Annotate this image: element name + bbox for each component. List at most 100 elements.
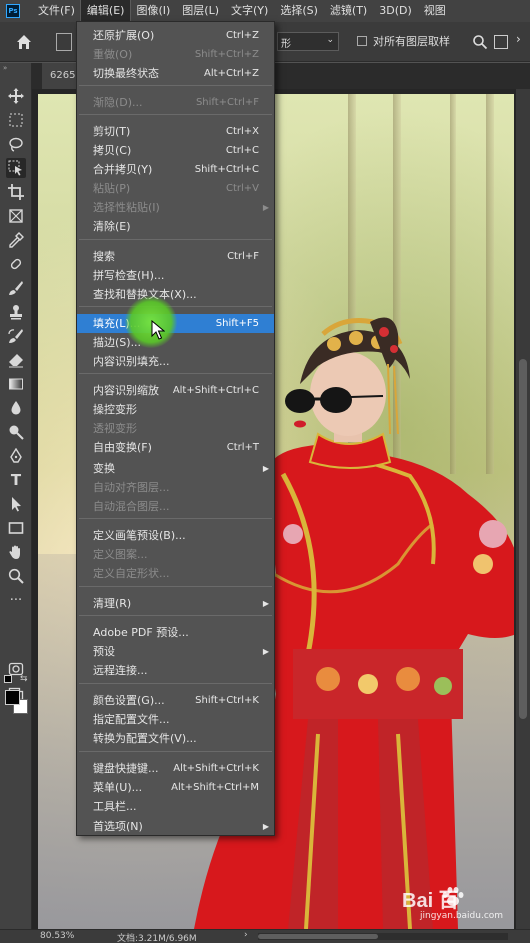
- type-icon[interactable]: T: [6, 470, 26, 490]
- menu-item-label: 转换为配置文件(V)...: [93, 732, 197, 745]
- menu-item-label: 工具栏...: [93, 800, 137, 813]
- edit-menu-item[interactable]: 首选项(N) ▶: [77, 817, 274, 836]
- menu-item-shortcut: Shift+Ctrl+C: [194, 164, 259, 175]
- path-select-icon[interactable]: [6, 494, 26, 514]
- edit-menu-item[interactable]: 清除(E): [77, 217, 274, 236]
- menu-separator: [79, 114, 272, 115]
- vertical-scroll-thumb[interactable]: [519, 359, 527, 719]
- edit-menu-item[interactable]: 工具栏...: [77, 797, 274, 816]
- horizontal-scrollbar[interactable]: [258, 933, 508, 940]
- menu-separator: [79, 373, 272, 374]
- edit-menu-item[interactable]: 切换最终状态 Alt+Ctrl+Z: [77, 64, 274, 83]
- edit-menu-item[interactable]: 远程连接...: [77, 661, 274, 680]
- vertical-scrollbar[interactable]: [516, 89, 530, 929]
- menu-item-label: Adobe PDF 预设...: [93, 626, 189, 639]
- edit-menu-item[interactable]: 搜索 Ctrl+F: [77, 247, 274, 266]
- menu-item-shortcut: Shift+Ctrl+F: [195, 97, 259, 108]
- history-brush-icon[interactable]: [6, 326, 26, 346]
- clone-stamp-icon[interactable]: [6, 302, 26, 322]
- edit-menu-item: 定义自定形状...: [77, 564, 274, 583]
- edit-menu-item[interactable]: 拷贝(C) Ctrl+C: [77, 141, 274, 160]
- edit-menu-item[interactable]: 定义画笔预设(B)...: [77, 526, 274, 545]
- workspace-icon[interactable]: [494, 35, 508, 49]
- edit-menu-item[interactable]: 操控变形: [77, 400, 274, 419]
- edit-menu-item[interactable]: 描边(S)...: [77, 333, 274, 352]
- zoom-level[interactable]: 80.53%: [40, 931, 74, 941]
- healing-brush-icon[interactable]: [6, 254, 26, 274]
- search-icon[interactable]: [472, 34, 488, 50]
- edit-menu-item[interactable]: 自由变换(F) Ctrl+T: [77, 438, 274, 457]
- edit-menu-item[interactable]: 剪切(T) Ctrl+X: [77, 122, 274, 141]
- menu-separator: [79, 306, 272, 307]
- collapse-toolbar-icon[interactable]: »: [3, 64, 7, 72]
- foreground-color-swatch[interactable]: [5, 690, 20, 705]
- edit-menu-item[interactable]: 转换为配置文件(V)...: [77, 729, 274, 748]
- eraser-icon[interactable]: [6, 350, 26, 370]
- edit-menu-item: 自动混合图层...: [77, 497, 274, 516]
- edit-menu-item[interactable]: 拼写检查(H)...: [77, 266, 274, 285]
- submenu-arrow-icon: ▶: [262, 822, 269, 831]
- menu-item-shortcut: Alt+Shift+Ctrl+M: [171, 782, 259, 793]
- menu-filter[interactable]: 滤镜(T): [324, 0, 373, 22]
- lasso-icon[interactable]: [6, 134, 26, 154]
- menu-item-label: 搜索: [93, 250, 115, 263]
- menu-type[interactable]: 文字(Y): [225, 0, 274, 22]
- brush-icon[interactable]: [6, 278, 26, 298]
- edit-menu-item[interactable]: 内容识别填充...: [77, 352, 274, 371]
- menu-item-label: 定义画笔预设(B)...: [93, 529, 186, 542]
- menu-view[interactable]: 视图: [418, 0, 452, 22]
- status-menu-arrow-icon[interactable]: ›: [244, 930, 248, 940]
- menu-image[interactable]: 图像(I): [130, 0, 176, 22]
- hand-icon[interactable]: [6, 542, 26, 562]
- edit-menu-item: 重做(O) Shift+Ctrl+Z: [77, 45, 274, 64]
- dodge-icon[interactable]: [6, 422, 26, 442]
- edit-menu-item: 定义图案...: [77, 545, 274, 564]
- menu-separator: [79, 683, 272, 684]
- tool-preset-picker[interactable]: [56, 33, 72, 51]
- menu-item-shortcut: Shift+Ctrl+K: [195, 695, 259, 706]
- edit-menu-item[interactable]: 颜色设置(G)... Shift+Ctrl+K: [77, 691, 274, 710]
- edit-menu-item[interactable]: 指定配置文件...: [77, 710, 274, 729]
- menu-file[interactable]: 文件(F): [32, 0, 81, 22]
- crop-icon[interactable]: [6, 182, 26, 202]
- edit-menu-item[interactable]: 内容识别缩放 Alt+Shift+Ctrl+C: [77, 381, 274, 400]
- eyedropper-icon[interactable]: [6, 230, 26, 250]
- edit-menu-item[interactable]: 清理(R) ▶: [77, 594, 274, 613]
- edit-menu-item[interactable]: 预设 ▶: [77, 642, 274, 661]
- more-tools-icon[interactable]: ···: [6, 590, 26, 610]
- quick-mask-icon[interactable]: [6, 659, 26, 679]
- edit-menu-item[interactable]: 键盘快捷键... Alt+Shift+Ctrl+K: [77, 759, 274, 778]
- gradient-icon[interactable]: [6, 374, 26, 394]
- move-icon[interactable]: [6, 86, 26, 106]
- edit-menu-item[interactable]: 还原扩展(O) Ctrl+Z: [77, 26, 274, 45]
- mouse-cursor-icon: [151, 320, 165, 340]
- edit-menu-item[interactable]: 合并拷贝(Y) Shift+Ctrl+C: [77, 160, 274, 179]
- menu-item-shortcut: Alt+Ctrl+Z: [204, 68, 259, 79]
- menu-edit[interactable]: 编辑(E): [79, 0, 132, 23]
- blur-icon[interactable]: [6, 398, 26, 418]
- edit-menu-item[interactable]: 菜单(U)... Alt+Shift+Ctrl+M: [77, 778, 274, 797]
- zoom-icon[interactable]: [6, 566, 26, 586]
- pen-icon[interactable]: [6, 446, 26, 466]
- home-icon[interactable]: [16, 34, 32, 50]
- rectangle-icon[interactable]: [6, 518, 26, 538]
- menu-item-label: 自由变换(F): [93, 441, 152, 454]
- menu-item-label: 透视变形: [93, 422, 137, 435]
- frame-tool-icon[interactable]: [6, 206, 26, 226]
- marquee-icon[interactable]: [6, 110, 26, 130]
- sample-all-layers-checkbox[interactable]: [357, 36, 367, 46]
- horizontal-scroll-thumb[interactable]: [258, 934, 378, 939]
- expand-arrow-icon[interactable]: ›: [516, 32, 521, 46]
- menu-3d[interactable]: 3D(D): [373, 0, 418, 22]
- menu-layer[interactable]: 图层(L): [176, 0, 225, 22]
- edit-menu-item[interactable]: 查找和替换文本(X)...: [77, 285, 274, 304]
- menu-select[interactable]: 选择(S): [274, 0, 324, 22]
- edit-menu-item: 选择性粘贴(I) ▶: [77, 198, 274, 217]
- edit-menu-item[interactable]: 变换 ▶: [77, 459, 274, 478]
- object-select-icon[interactable]: [6, 158, 26, 178]
- menu-item-shortcut: Ctrl+X: [225, 126, 259, 137]
- edit-menu-item[interactable]: Adobe PDF 预设...: [77, 623, 274, 642]
- edit-menu-item: 透视变形: [77, 419, 274, 438]
- menu-item-label: 剪切(T): [93, 125, 131, 138]
- mode-select[interactable]: 形 ⌄: [277, 32, 339, 51]
